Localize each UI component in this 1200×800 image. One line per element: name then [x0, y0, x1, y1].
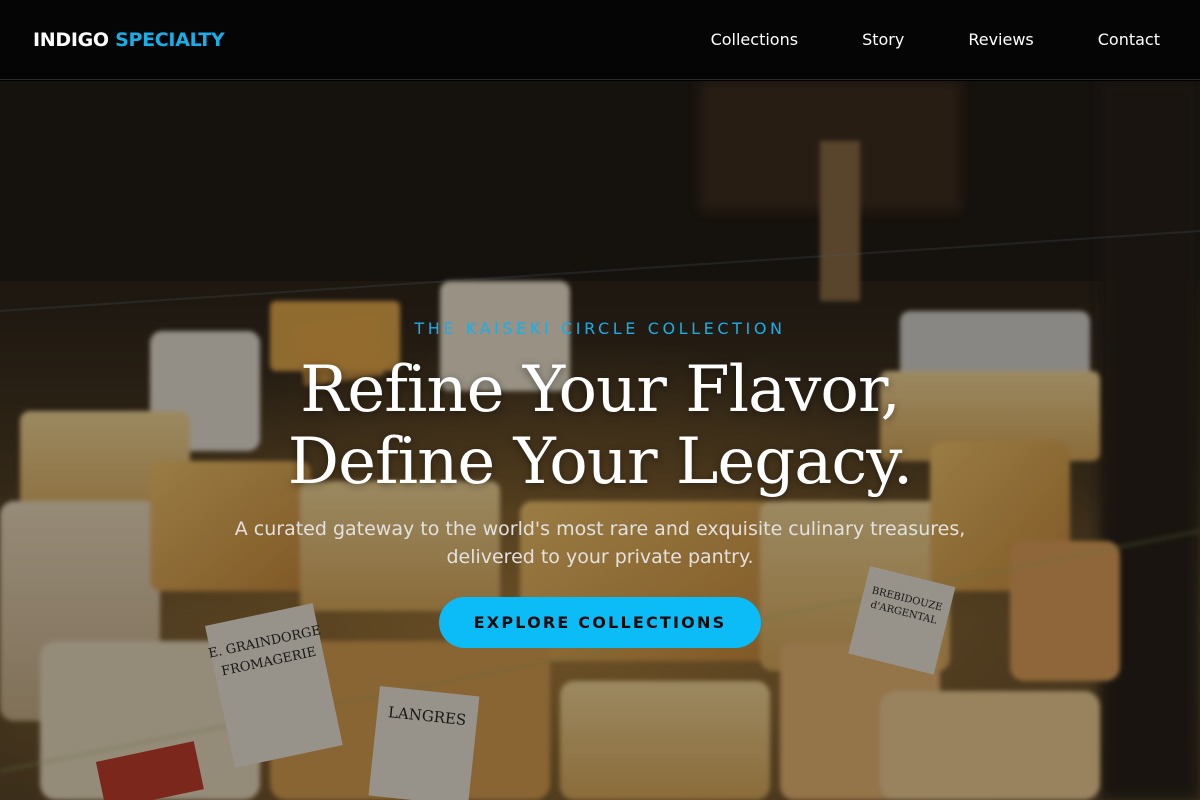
explore-collections-button[interactable]: EXPLORE COLLECTIONS	[439, 597, 761, 648]
hero-headline-line2: Define Your Legacy.	[287, 425, 913, 499]
hero-headline: Refine Your Flavor, Define Your Legacy.	[288, 354, 913, 498]
brand-name-accent: SPECIALTY	[115, 28, 225, 51]
hero-eyebrow: THE KAISEKI CIRCLE COLLECTION	[414, 319, 786, 338]
nav-link-collections[interactable]: Collections	[711, 30, 798, 49]
nav-link-contact[interactable]: Contact	[1098, 30, 1160, 49]
brand-logo[interactable]: INDIGO SPECIALTY	[33, 28, 225, 51]
hero-subtitle: A curated gateway to the world's most ra…	[200, 515, 1000, 571]
hero-content: THE KAISEKI CIRCLE COLLECTION Refine You…	[0, 81, 1200, 800]
hero-subtitle-line2: delivered to your private pantry.	[446, 546, 754, 568]
nav-links: Collections Story Reviews Contact	[711, 30, 1160, 49]
brand-name-primary: INDIGO	[33, 28, 109, 51]
nav-link-story[interactable]: Story	[862, 30, 904, 49]
hero-subtitle-line1: A curated gateway to the world's most ra…	[234, 518, 966, 540]
nav-link-reviews[interactable]: Reviews	[968, 30, 1033, 49]
hero-section: E. GRAINDORGE FROMAGERIE LANGRES BREBIDO…	[0, 81, 1200, 800]
hero-headline-line1: Refine Your Flavor,	[300, 353, 901, 427]
top-navigation-bar: INDIGO SPECIALTY Collections Story Revie…	[0, 0, 1200, 80]
